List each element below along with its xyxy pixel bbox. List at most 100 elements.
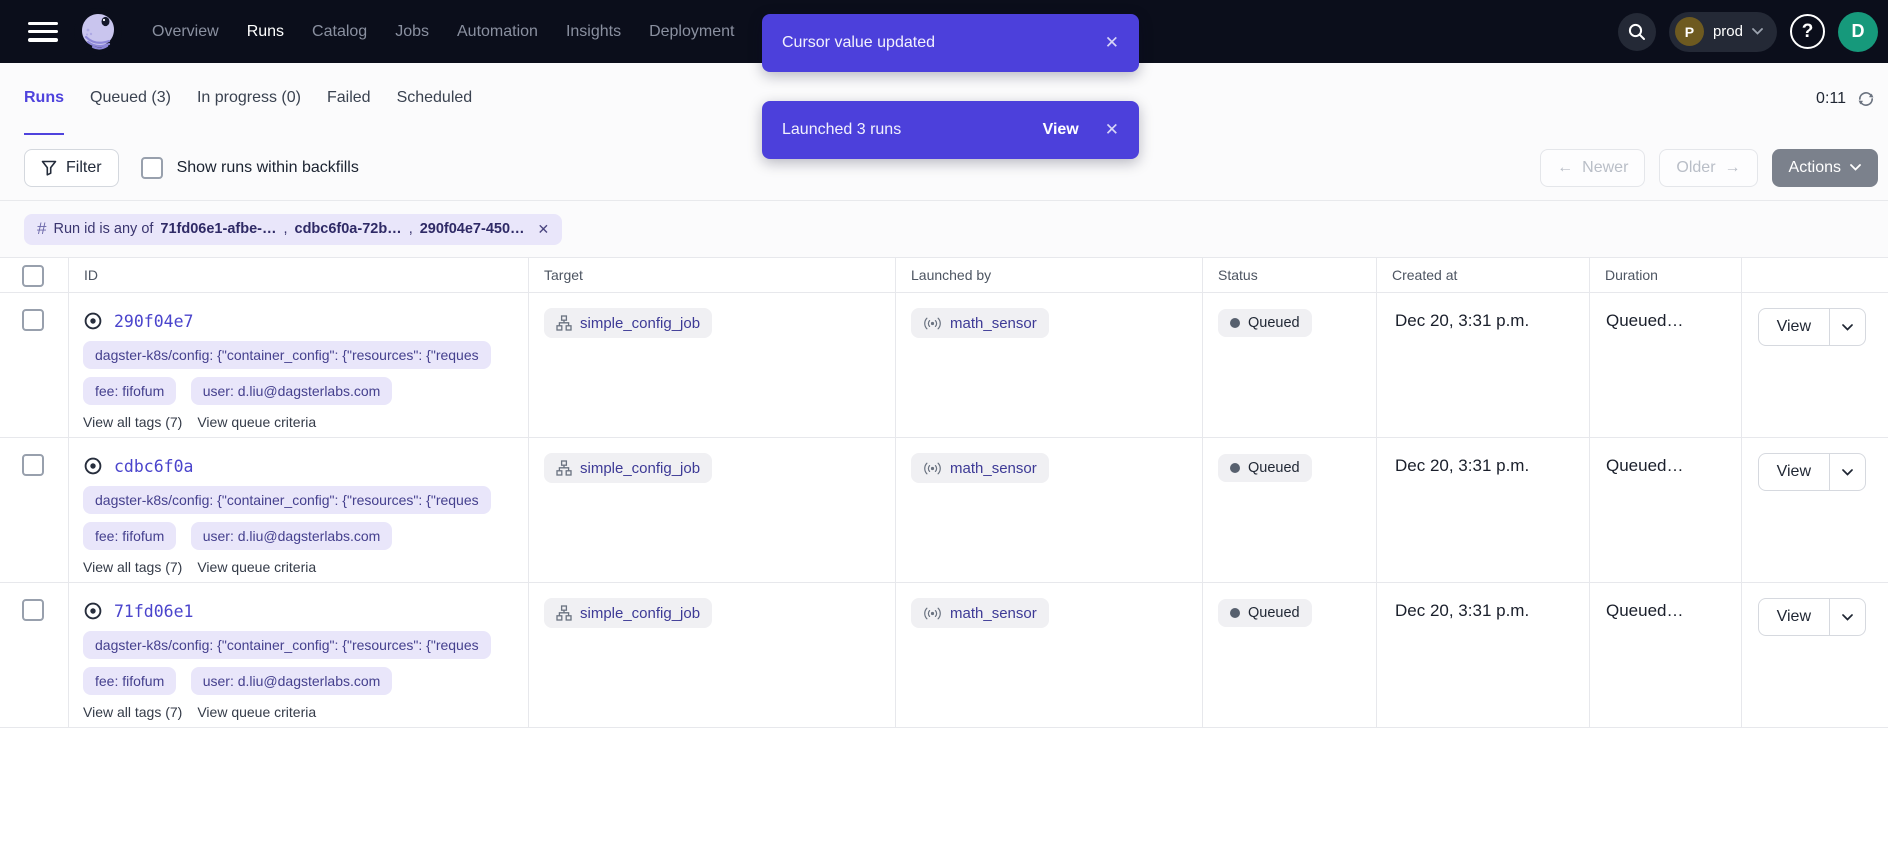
chevron-down-icon [1752, 28, 1763, 35]
workspace-name: prod [1713, 23, 1743, 40]
target-label: simple_config_job [580, 605, 700, 622]
k8s-config-tag[interactable]: dagster-k8s/config: {"container_config":… [83, 631, 491, 659]
nav-automation[interactable]: Automation [457, 23, 538, 41]
run-id-link[interactable]: 290f04e7 [114, 312, 193, 331]
row-checkbox[interactable] [22, 309, 44, 331]
queued-status-icon [83, 456, 103, 476]
dagster-logo-icon[interactable] [74, 8, 122, 56]
sensor-link[interactable]: math_sensor [911, 598, 1049, 628]
chip-run-id-2: cdbc6f0a-72b… [295, 221, 402, 237]
row-actions-cell: View [1742, 438, 1888, 582]
close-icon[interactable]: ✕ [1105, 33, 1119, 53]
view-run-button[interactable]: View [1759, 309, 1830, 345]
status-label: Queued [1248, 315, 1300, 331]
nav-catalog[interactable]: Catalog [312, 23, 367, 41]
select-all-checkbox[interactable] [22, 265, 44, 287]
queued-status-icon [83, 601, 103, 621]
chip-run-id-3: 290f04e7-450… [420, 221, 525, 237]
user-avatar[interactable]: D [1838, 12, 1878, 52]
view-queue-criteria-link[interactable]: View queue criteria [197, 414, 316, 430]
nav-jobs[interactable]: Jobs [395, 23, 429, 41]
row-checkbox[interactable] [22, 599, 44, 621]
view-split-button: View [1758, 308, 1866, 346]
actions-button[interactable]: Actions [1772, 149, 1878, 187]
user-tag[interactable]: user: d.liu@dagsterlabs.com [191, 522, 393, 550]
view-queue-criteria-link[interactable]: View queue criteria [197, 559, 316, 575]
nav-deployment[interactable]: Deployment [649, 23, 734, 41]
run-id-filter-chip[interactable]: # Run id is any of 71fd06e1-afbe-…, cdbc… [24, 214, 562, 245]
view-all-tags-link[interactable]: View all tags (7) [83, 559, 182, 575]
tab-scheduled[interactable]: Scheduled [397, 63, 473, 135]
view-all-tags-link[interactable]: View all tags (7) [83, 414, 182, 430]
sensor-link[interactable]: math_sensor [911, 308, 1049, 338]
job-icon [556, 605, 572, 621]
user-tag[interactable]: user: d.liu@dagsterlabs.com [191, 377, 393, 405]
target-cell: simple_config_job [529, 583, 896, 727]
nav-insights[interactable]: Insights [566, 23, 621, 41]
header-id: ID [69, 258, 529, 292]
job-icon [556, 460, 572, 476]
row-actions-cell: View [1742, 293, 1888, 437]
k8s-config-tag[interactable]: dagster-k8s/config: {"container_config":… [83, 486, 491, 514]
view-run-button[interactable]: View [1759, 454, 1830, 490]
refresh-countdown: 0:11 [1816, 90, 1846, 108]
fee-tag[interactable]: fee: fifofum [83, 522, 176, 550]
job-link[interactable]: simple_config_job [544, 453, 712, 483]
tab-runs[interactable]: Runs [24, 63, 64, 135]
launched-by-cell: math_sensor [896, 583, 1203, 727]
job-link[interactable]: simple_config_job [544, 598, 712, 628]
table-row: cdbc6f0a dagster-k8s/config: {"container… [0, 438, 1888, 583]
workspace-switcher[interactable]: P prod [1669, 12, 1777, 52]
filter-button-label: Filter [66, 159, 102, 177]
job-link[interactable]: simple_config_job [544, 308, 712, 338]
search-icon [1627, 22, 1647, 42]
sensor-link[interactable]: math_sensor [911, 453, 1049, 483]
fee-tag[interactable]: fee: fifofum [83, 377, 176, 405]
older-label: Older [1676, 159, 1715, 177]
fee-tag[interactable]: fee: fifofum [83, 667, 176, 695]
header-duration: Duration [1590, 258, 1742, 292]
status-label: Queued [1248, 460, 1300, 476]
active-filters-row: # Run id is any of 71fd06e1-afbe-…, cdbc… [0, 201, 1888, 257]
tab-failed[interactable]: Failed [327, 63, 371, 135]
view-dropdown-button[interactable] [1830, 454, 1865, 490]
user-tag[interactable]: user: d.liu@dagsterlabs.com [191, 667, 393, 695]
view-run-button[interactable]: View [1759, 599, 1830, 635]
chevron-down-icon [1842, 469, 1853, 476]
table-row: 290f04e7 dagster-k8s/config: {"container… [0, 293, 1888, 438]
status-badge: Queued [1218, 309, 1312, 337]
chip-run-id-1: 71fd06e1-afbe-… [160, 221, 276, 237]
view-queue-criteria-link[interactable]: View queue criteria [197, 704, 316, 720]
runs-table: ID Target Launched by Status Created at … [0, 257, 1888, 728]
run-id-link[interactable]: 71fd06e1 [114, 602, 193, 621]
toast-view-button[interactable]: View [1043, 121, 1079, 139]
view-all-tags-link[interactable]: View all tags (7) [83, 704, 182, 720]
status-dot-icon [1230, 608, 1240, 618]
chip-prefix: Run id is any of [53, 221, 153, 237]
k8s-config-tag[interactable]: dagster-k8s/config: {"container_config":… [83, 341, 491, 369]
filter-button[interactable]: Filter [24, 149, 119, 187]
view-dropdown-button[interactable] [1830, 309, 1865, 345]
view-split-button: View [1758, 598, 1866, 636]
search-button[interactable] [1618, 13, 1656, 51]
view-dropdown-button[interactable] [1830, 599, 1865, 635]
sensor-icon [923, 317, 942, 330]
tab-in-progress[interactable]: In progress (0) [197, 63, 301, 135]
row-checkbox[interactable] [22, 454, 44, 476]
newer-button[interactable]: ← Newer [1540, 149, 1645, 187]
backfills-checkbox[interactable] [141, 157, 163, 179]
help-button[interactable]: ? [1790, 14, 1825, 49]
show-backfills-toggle[interactable]: Show runs within backfills [141, 157, 359, 179]
nav-overview[interactable]: Overview [152, 23, 219, 41]
table-row: 71fd06e1 dagster-k8s/config: {"container… [0, 583, 1888, 728]
older-button[interactable]: Older → [1659, 149, 1757, 187]
run-id-link[interactable]: cdbc6f0a [114, 457, 193, 476]
chevron-down-icon [1842, 614, 1853, 621]
hamburger-menu-icon[interactable] [28, 22, 58, 42]
nav-runs[interactable]: Runs [247, 23, 284, 41]
tab-queued[interactable]: Queued (3) [90, 63, 171, 135]
refresh-button[interactable] [1856, 89, 1876, 109]
newer-label: Newer [1582, 159, 1628, 177]
remove-filter-icon[interactable]: ✕ [538, 221, 550, 238]
close-icon[interactable]: ✕ [1105, 120, 1119, 140]
